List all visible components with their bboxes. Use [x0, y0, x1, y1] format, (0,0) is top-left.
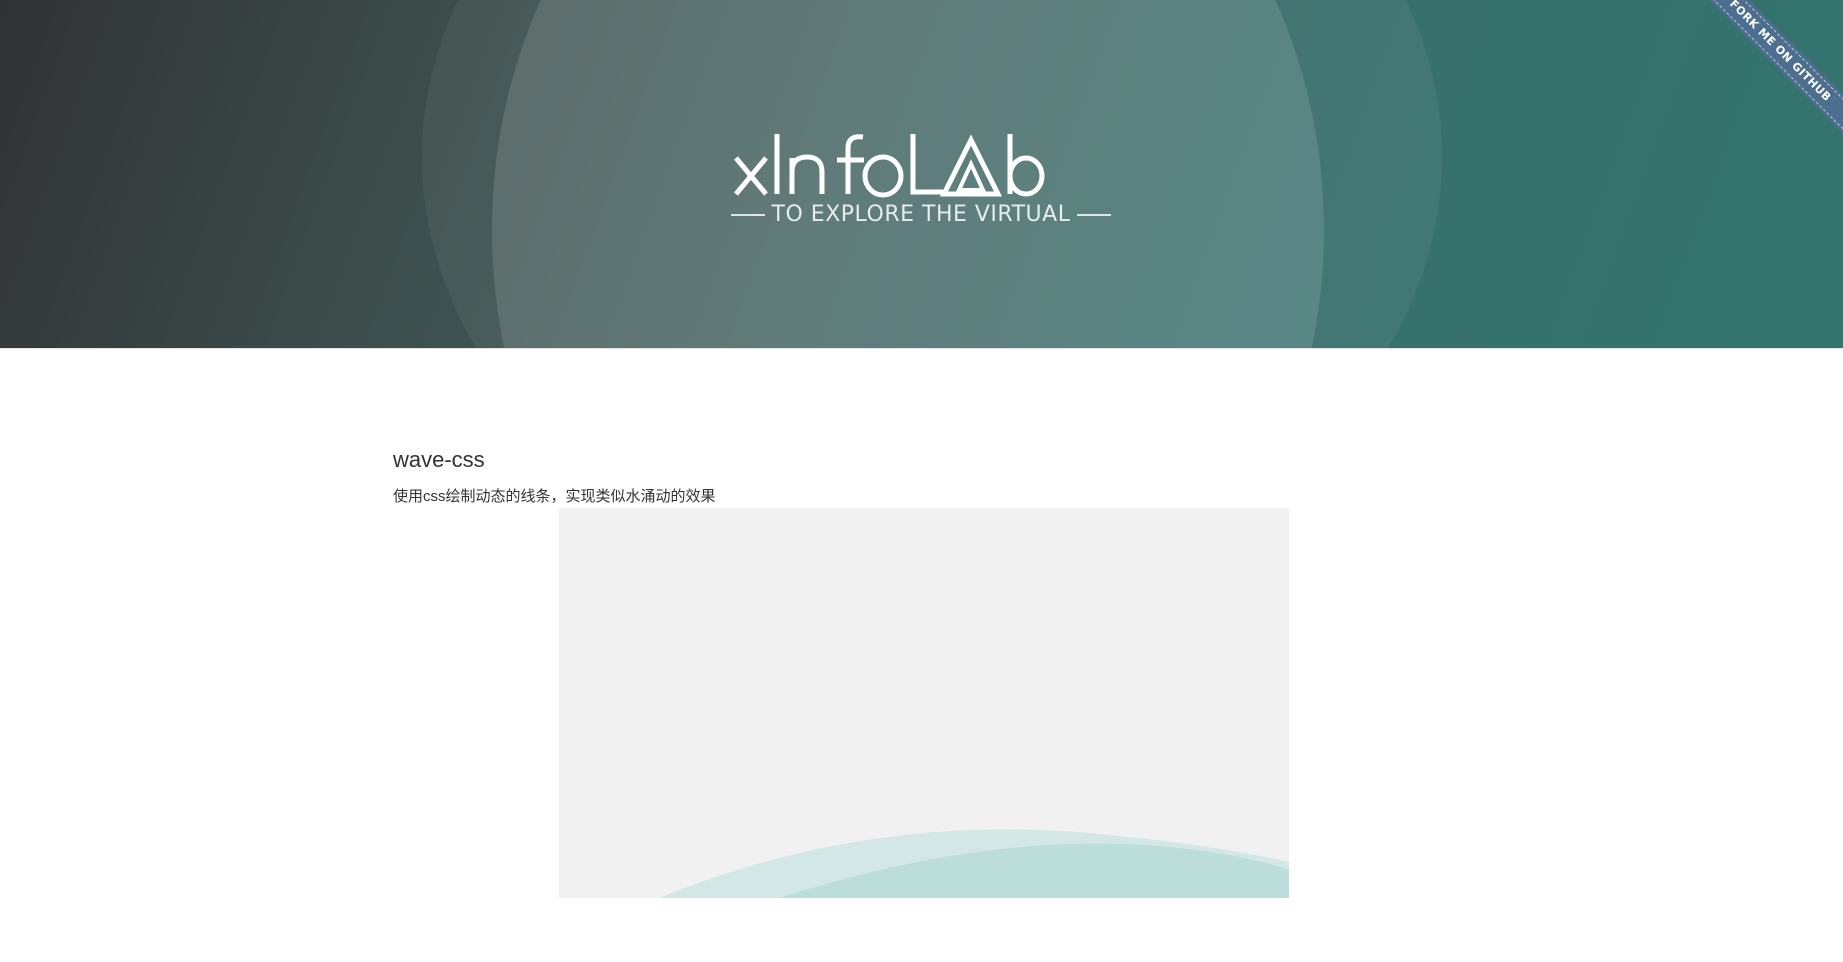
- tagline-text: TO EXPLORE THE VIRTUAL: [771, 202, 1071, 227]
- demo-title: wave-css: [393, 447, 485, 472]
- wave-shapes: [659, 829, 1289, 898]
- hero-banner: TO EXPLORE THE VIRTUAL FORK ME ON GITHUB: [0, 0, 1843, 349]
- github-ribbon-container: FORK ME ON GITHUB: [1693, 0, 1843, 150]
- tagline: TO EXPLORE THE VIRTUAL: [721, 202, 1121, 227]
- xinfolab-logo-mark: [734, 134, 1045, 198]
- site-logo[interactable]: TO EXPLORE THE VIRTUAL: [721, 120, 1121, 236]
- demo-description: 使用css绘制动态的线条，实现类似水涌动的效果: [393, 488, 716, 505]
- fork-on-github-link[interactable]: FORK ME ON GITHUB: [1693, 0, 1843, 141]
- wave-demo-canvas: [559, 508, 1289, 898]
- tagline-dash-left: [730, 214, 765, 216]
- tagline-dash-right: [1077, 214, 1112, 216]
